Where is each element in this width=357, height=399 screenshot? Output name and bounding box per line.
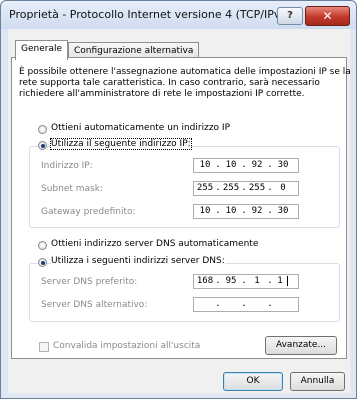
ip-octet: 95	[225, 276, 237, 286]
cancel-button[interactable]: Annulla	[290, 372, 345, 391]
validate-on-exit-label[interactable]: Convalida impostazioni all'uscita	[53, 341, 200, 351]
ip-octet: 10	[225, 160, 237, 170]
help-button[interactable]: ?	[277, 7, 303, 25]
default-gateway-input[interactable]: 10 . 10 . 92 . 30	[193, 204, 299, 219]
description-line: rete supporta tale caratteristica. In ca…	[19, 78, 320, 88]
ip-octet: 30	[277, 160, 289, 170]
tab-generale[interactable]: Generale	[15, 40, 69, 60]
ip-octet: 1	[254, 276, 260, 286]
window-title: Proprietà - Protocollo Internet versione…	[9, 8, 292, 21]
radio-auto-dns-label[interactable]: Ottieni indirizzo server DNS automaticam…	[51, 239, 258, 249]
ip-octet: 255	[222, 183, 240, 193]
description-line: È possibile ottenere l'assegnazione auto…	[19, 67, 351, 77]
dns-settings-group	[29, 263, 340, 322]
ip-octet: 92	[251, 160, 263, 170]
ip-octet: 255	[196, 183, 214, 193]
radio-manual-dns-label[interactable]: Utilizza i seguenti indirizzi server DNS…	[51, 256, 225, 266]
radio-manual-ip[interactable]	[38, 141, 47, 150]
alternate-dns-input[interactable]: . . .	[193, 297, 299, 312]
tab-label: Generale	[21, 44, 63, 54]
validate-on-exit-checkbox[interactable]	[39, 342, 49, 352]
radio-manual-ip-label[interactable]: Utilizza il seguente indirizzo IP:	[50, 138, 192, 150]
description-text: È possibile ottenere l'assegnazione auto…	[19, 67, 351, 100]
ip-address-input[interactable]: 10 . 10 . 92 . 30	[193, 158, 299, 173]
ip-octet: 10	[199, 160, 211, 170]
preferred-dns-label: Server DNS preferito:	[41, 277, 138, 287]
ip-octet: 30	[277, 206, 289, 216]
preferred-dns-input[interactable]: 168 . 95 . 1 . 1	[193, 274, 299, 289]
cancel-button-label: Annulla	[300, 376, 335, 386]
ip-octet: 10	[225, 206, 237, 216]
ip-octet: 92	[251, 206, 263, 216]
ip-octet: 10	[199, 206, 211, 216]
subnet-mask-input[interactable]: 255 . 255 . 255 . 0	[193, 181, 299, 196]
radio-manual-dns[interactable]	[38, 258, 47, 267]
help-icon: ?	[287, 10, 293, 21]
title-bar[interactable]: Proprietà - Protocollo Internet versione…	[1, 1, 356, 29]
ip-address-label: Indirizzo IP:	[41, 161, 93, 171]
alternate-dns-label: Server DNS alternativo:	[41, 300, 148, 310]
ok-button-label: OK	[246, 376, 260, 386]
radio-auto-ip-label[interactable]: Ottieni automaticamente un indirizzo IP	[51, 123, 230, 133]
ip-octet: 168	[196, 276, 214, 286]
ip-octet: 255	[248, 183, 266, 193]
advanced-button-label: Avanzate...	[275, 340, 327, 350]
dialog-window: Proprietà - Protocollo Internet versione…	[0, 0, 357, 399]
ip-octet: 1	[273, 276, 288, 286]
close-icon: ✕	[322, 9, 333, 23]
default-gateway-label: Gateway predefinito:	[41, 207, 136, 217]
tab-label: Configurazione alternativa	[74, 46, 194, 56]
description-line: richiedere all'amministratore di rete le…	[19, 89, 305, 99]
radio-auto-ip[interactable]	[38, 125, 47, 134]
ok-button[interactable]: OK	[223, 372, 283, 391]
ip-octet: 0	[280, 183, 286, 193]
radio-auto-dns[interactable]	[38, 241, 47, 250]
close-button[interactable]: ✕	[305, 6, 350, 26]
advanced-button[interactable]: Avanzate...	[265, 336, 337, 355]
subnet-mask-label: Subnet mask:	[41, 184, 103, 194]
